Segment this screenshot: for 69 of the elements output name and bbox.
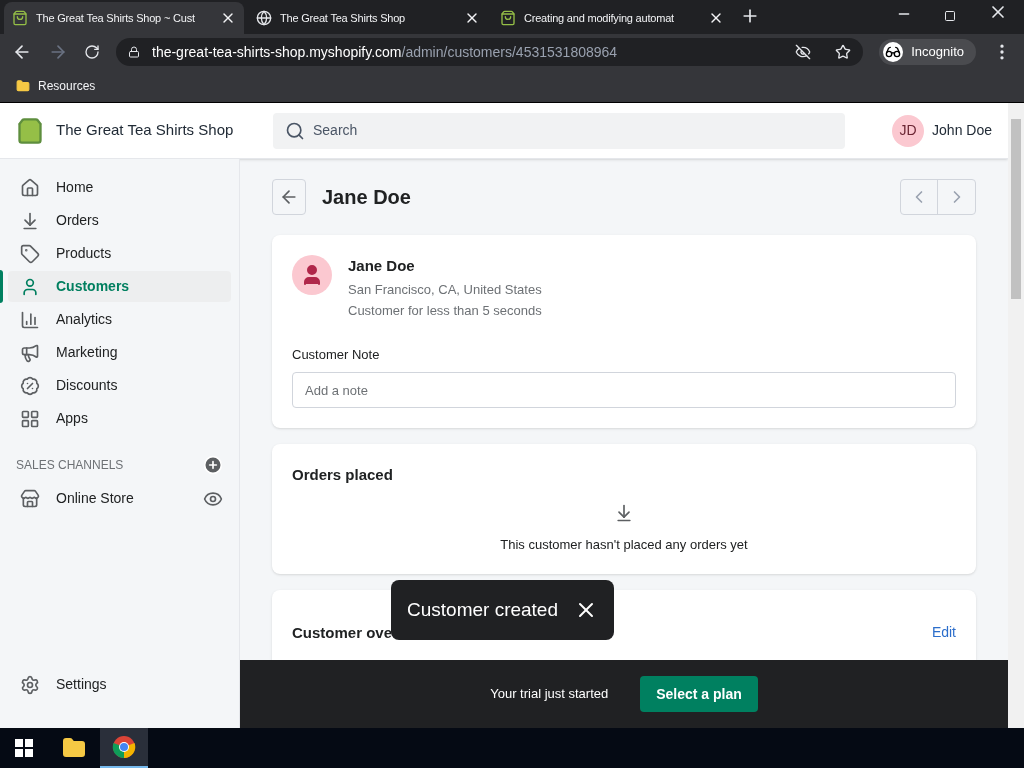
profile-label: Incognito bbox=[911, 43, 964, 62]
inbox-download-icon bbox=[614, 502, 634, 523]
toast-message: Customer created bbox=[407, 597, 558, 622]
card-title: Orders placed bbox=[292, 465, 394, 485]
nav-item[interactable]: Orders bbox=[8, 205, 231, 236]
section-heading: SALES CHANNELS bbox=[16, 457, 124, 474]
nav-item[interactable]: Discounts bbox=[8, 370, 231, 401]
trial-text: Your trial just started bbox=[490, 685, 609, 704]
select-plan-button[interactable]: Select a plan bbox=[640, 676, 758, 712]
shopping-bag-icon bbox=[500, 10, 516, 26]
nav-item[interactable]: Analytics bbox=[8, 304, 231, 335]
store-name: The Great Tea Shirts Shop bbox=[56, 120, 234, 141]
star-icon[interactable] bbox=[835, 44, 852, 60]
nav-item[interactable]: Settings bbox=[8, 669, 231, 700]
scrollbar[interactable] bbox=[1008, 103, 1024, 728]
customer-location: San Francisco, CA, United States bbox=[348, 280, 542, 299]
browser-tab[interactable]: The Great Tea Shirts Shop bbox=[248, 2, 488, 34]
restore-icon[interactable] bbox=[944, 10, 956, 22]
nav-item[interactable]: Marketing bbox=[8, 337, 231, 368]
search-field[interactable]: Search bbox=[273, 112, 845, 149]
nav-item[interactable]: Home bbox=[8, 172, 231, 203]
field-label: Customer Note bbox=[292, 345, 381, 364]
settings-icon bbox=[20, 674, 40, 695]
apps-grid-icon bbox=[20, 408, 40, 429]
windows-logo-icon[interactable] bbox=[15, 739, 33, 757]
add-icon[interactable] bbox=[203, 455, 223, 475]
percent-badge-icon bbox=[20, 375, 40, 396]
megaphone-icon bbox=[20, 342, 40, 363]
incognito-icon bbox=[885, 44, 902, 60]
bookmark[interactable]: Resources bbox=[16, 77, 96, 95]
bar-chart-icon bbox=[20, 309, 40, 330]
card-title: Customer ove bbox=[292, 623, 393, 643]
tab-title: The Great Tea Shirts Shop ~ Cust bbox=[36, 10, 196, 26]
folder-icon[interactable] bbox=[62, 736, 86, 760]
search-icon bbox=[285, 120, 305, 141]
browser-tab[interactable]: The Great Tea Shirts Shop ~ Cust bbox=[4, 2, 244, 34]
tag-icon bbox=[20, 243, 40, 264]
shopping-bag-icon bbox=[12, 10, 28, 26]
url-text: the-great-tea-shirts-shop.myshopify.com/admin/customers/4531531808964 bbox=[152, 42, 619, 62]
lock-icon bbox=[128, 46, 140, 58]
customer-name: Jane Doe bbox=[348, 256, 416, 276]
nav-item[interactable]: Customers bbox=[8, 271, 231, 302]
nav-item[interactable]: Online Store bbox=[8, 483, 195, 514]
nav-item[interactable]: Products bbox=[8, 238, 231, 269]
inbox-download-icon bbox=[20, 210, 40, 231]
browser-logo-icon[interactable] bbox=[112, 735, 136, 759]
reload-icon[interactable] bbox=[84, 44, 100, 60]
nav-item[interactable]: Apps bbox=[8, 403, 231, 434]
customer-since: Customer for less than 5 seconds bbox=[348, 302, 542, 320]
tab-title: Creating and modifying automat bbox=[524, 10, 675, 26]
folder-icon bbox=[16, 79, 30, 93]
profile-chip[interactable]: Incognito bbox=[879, 39, 976, 65]
tab-title: The Great Tea Shirts Shop bbox=[280, 10, 407, 26]
address-bar[interactable]: the-great-tea-shirts-shop.myshopify.com/admin/customers/4531531808964 bbox=[116, 38, 864, 66]
user-avatar: JD bbox=[892, 114, 925, 147]
page-title: Jane Doe bbox=[322, 185, 412, 210]
user-menu[interactable]: JD John Doe bbox=[892, 114, 992, 147]
home-icon bbox=[20, 177, 40, 198]
back-button[interactable] bbox=[272, 179, 306, 215]
eye-off-icon[interactable] bbox=[795, 44, 812, 60]
globe-icon bbox=[256, 10, 272, 26]
person-icon bbox=[20, 276, 40, 297]
note-input-field[interactable]: Add a note bbox=[292, 372, 956, 408]
store-icon bbox=[20, 488, 40, 509]
browser-tab[interactable]: Creating and modifying automat bbox=[492, 2, 732, 34]
edit-link[interactable]: Edit bbox=[931, 622, 956, 643]
user-name: John Doe bbox=[932, 121, 992, 140]
empty-state-text: This customer hasn't placed any orders yet bbox=[500, 535, 748, 554]
search-placeholder: Search bbox=[313, 121, 358, 140]
